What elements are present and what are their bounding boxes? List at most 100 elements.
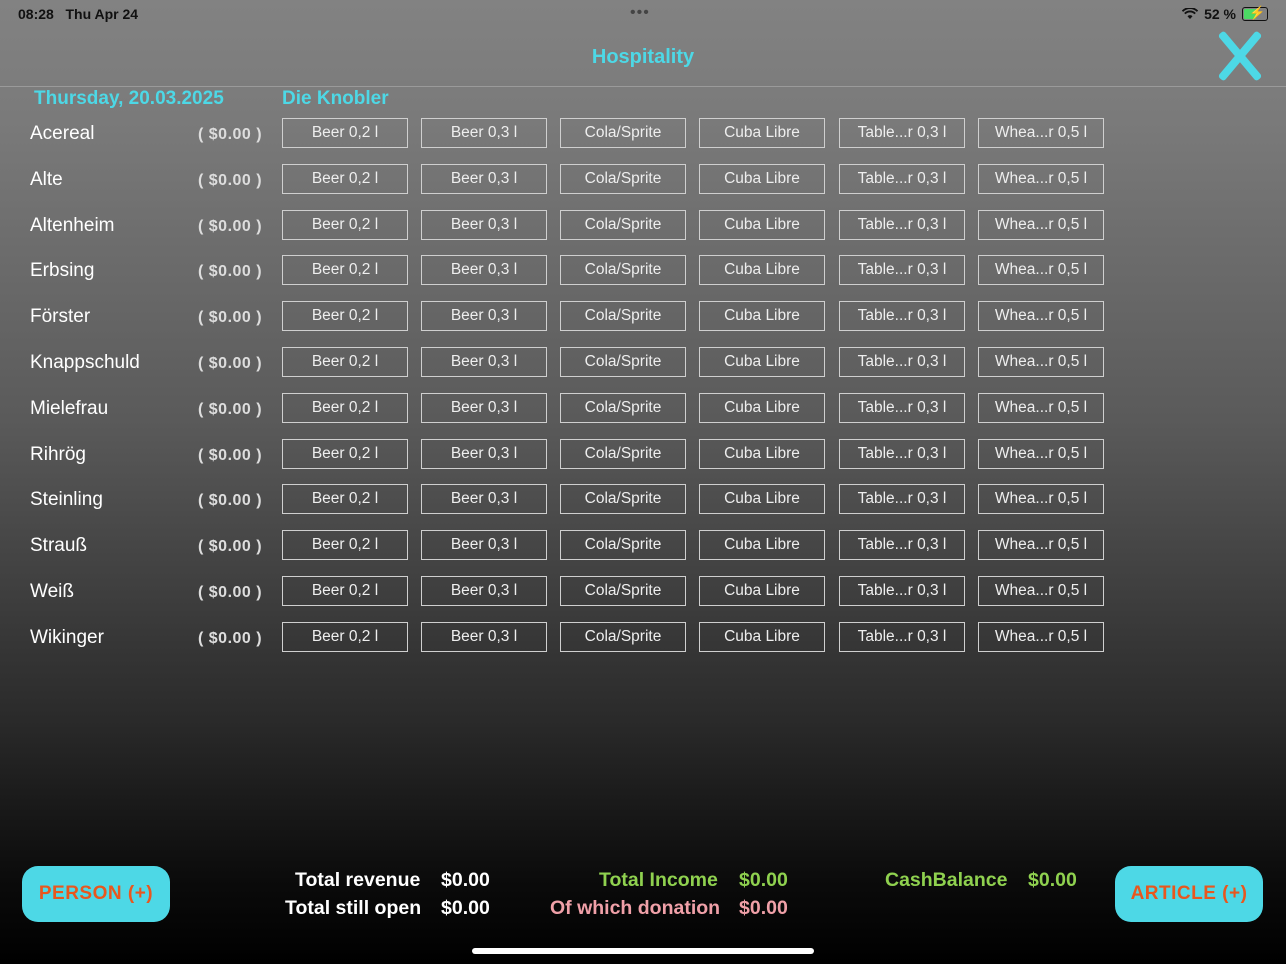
article-button[interactable]: Cuba Libre (699, 621, 825, 652)
article-button[interactable]: Beer 0,2 l (282, 118, 408, 148)
article-button[interactable]: Beer 0,2 l (282, 484, 408, 515)
article-button[interactable]: Beer 0,2 l (282, 621, 408, 652)
article-button[interactable]: Table...r 0,3 l (839, 163, 965, 194)
article-button[interactable]: Cuba Libre (699, 255, 825, 286)
article-button[interactable]: Beer 0,3 l (421, 209, 547, 240)
article-button[interactable]: Whea...r 0,5 l (978, 621, 1104, 652)
article-button[interactable]: Beer 0,3 l (421, 255, 547, 286)
article-button[interactable]: Whea...r 0,5 l (978, 301, 1104, 332)
home-indicator[interactable] (472, 948, 814, 954)
person-name[interactable]: Rihrög (30, 444, 86, 466)
article-button[interactable]: Whea...r 0,5 l (978, 392, 1104, 423)
close-icon[interactable] (1216, 30, 1264, 82)
person-name[interactable]: Erbsing (30, 260, 94, 282)
add-article-button[interactable]: ARTICLE (+) (1115, 866, 1263, 922)
article-button[interactable]: Whea...r 0,5 l (978, 255, 1104, 286)
article-button[interactable]: Whea...r 0,5 l (978, 575, 1104, 606)
total-revenue-value: $0.00 (441, 869, 490, 891)
article-button[interactable]: Beer 0,2 l (282, 346, 408, 377)
article-button[interactable]: Table...r 0,3 l (839, 575, 965, 606)
person-name[interactable]: Alte (30, 169, 63, 191)
article-button[interactable]: Cola/Sprite (560, 118, 686, 148)
article-button[interactable]: Table...r 0,3 l (839, 621, 965, 652)
article-button[interactable]: Beer 0,3 l (421, 118, 547, 148)
person-name[interactable]: Förster (30, 306, 90, 328)
article-button[interactable]: Cuba Libre (699, 346, 825, 377)
article-button[interactable]: Cuba Libre (699, 163, 825, 194)
article-button[interactable]: Cola/Sprite (560, 530, 686, 561)
article-button[interactable]: Table...r 0,3 l (839, 255, 965, 286)
article-button[interactable]: Whea...r 0,5 l (978, 484, 1104, 515)
article-button[interactable]: Beer 0,3 l (421, 163, 547, 194)
article-button[interactable]: Table...r 0,3 l (839, 118, 965, 148)
article-button[interactable]: Beer 0,2 l (282, 575, 408, 606)
article-button[interactable]: Table...r 0,3 l (839, 209, 965, 240)
article-button[interactable]: Cola/Sprite (560, 575, 686, 606)
article-button[interactable]: Table...r 0,3 l (839, 484, 965, 515)
article-button[interactable]: Cola/Sprite (560, 621, 686, 652)
person-amount: ( $0.00 ) (198, 583, 263, 601)
person-name[interactable]: Steinling (30, 489, 103, 511)
article-button[interactable]: Whea...r 0,5 l (978, 346, 1104, 377)
article-button[interactable]: Beer 0,2 l (282, 392, 408, 423)
article-button[interactable]: Table...r 0,3 l (839, 392, 965, 423)
person-name[interactable]: Weiß (30, 581, 74, 603)
person-name[interactable]: Strauß (30, 535, 87, 557)
article-button[interactable]: Table...r 0,3 l (839, 301, 965, 332)
person-row: Strauß ( $0.00 ) Beer 0,2 l Beer 0,3 l Cola/… (0, 530, 1286, 576)
article-button[interactable]: Cuba Libre (699, 209, 825, 240)
article-button[interactable]: Beer 0,2 l (282, 530, 408, 561)
article-button[interactable]: Cola/Sprite (560, 163, 686, 194)
article-button[interactable]: Beer 0,2 l (282, 301, 408, 332)
article-button[interactable]: Table...r 0,3 l (839, 346, 965, 377)
person-amount: ( $0.00 ) (198, 400, 263, 418)
article-button[interactable]: Cola/Sprite (560, 346, 686, 377)
article-button[interactable]: Cola/Sprite (560, 255, 686, 286)
article-button[interactable]: Whea...r 0,5 l (978, 209, 1104, 240)
article-button[interactable]: Table...r 0,3 l (839, 438, 965, 469)
status-right: 52 % ⚡ (1182, 5, 1268, 22)
article-button[interactable]: Cuba Libre (699, 392, 825, 423)
person-name[interactable]: Knappschuld (30, 352, 140, 374)
article-button[interactable]: Beer 0,2 l (282, 163, 408, 194)
person-name[interactable]: Acereal (30, 123, 94, 145)
article-button[interactable]: Whea...r 0,5 l (978, 530, 1104, 561)
article-button[interactable]: Beer 0,3 l (421, 530, 547, 561)
article-button[interactable]: Cola/Sprite (560, 209, 686, 240)
article-button[interactable]: Beer 0,3 l (421, 346, 547, 377)
article-button[interactable]: Beer 0,2 l (282, 438, 408, 469)
article-button[interactable]: Cuba Libre (699, 438, 825, 469)
article-button[interactable]: Whea...r 0,5 l (978, 438, 1104, 469)
article-button[interactable]: Beer 0,3 l (421, 392, 547, 423)
person-name[interactable]: Mielefrau (30, 398, 108, 420)
article-button[interactable]: Cola/Sprite (560, 392, 686, 423)
article-button[interactable]: Cuba Libre (699, 118, 825, 148)
article-button[interactable]: Cuba Libre (699, 484, 825, 515)
article-button[interactable]: Beer 0,2 l (282, 255, 408, 286)
person-amount: ( $0.00 ) (198, 354, 263, 372)
person-row: Erbsing ( $0.00 ) Beer 0,2 l Beer 0,3 l Cola… (0, 255, 1286, 301)
battery-percent: 52 % (1204, 6, 1236, 22)
article-button[interactable]: Beer 0,3 l (421, 484, 547, 515)
article-button[interactable]: Cuba Libre (699, 301, 825, 332)
article-button[interactable]: Whea...r 0,5 l (978, 163, 1104, 194)
multitask-dots-icon[interactable]: ••• (630, 4, 650, 22)
article-button[interactable]: Cuba Libre (699, 530, 825, 561)
article-button[interactable]: Beer 0,3 l (421, 621, 547, 652)
status-bar: 08:28 Thu Apr 24 ••• 52 % ⚡ (0, 0, 1286, 28)
article-button[interactable]: Beer 0,2 l (282, 209, 408, 240)
article-button[interactable]: Whea...r 0,5 l (978, 118, 1104, 148)
article-button[interactable]: Cuba Libre (699, 575, 825, 606)
article-button[interactable]: Beer 0,3 l (421, 301, 547, 332)
add-person-button[interactable]: PERSON (+) (22, 866, 170, 922)
person-name[interactable]: Altenheim (30, 215, 115, 237)
article-button[interactable]: Cola/Sprite (560, 301, 686, 332)
person-amount: ( $0.00 ) (198, 629, 263, 647)
article-button[interactable]: Beer 0,3 l (421, 575, 547, 606)
article-button[interactable]: Cola/Sprite (560, 438, 686, 469)
article-button[interactable]: Beer 0,3 l (421, 438, 547, 469)
article-button[interactable]: Cola/Sprite (560, 484, 686, 515)
article-button[interactable]: Table...r 0,3 l (839, 530, 965, 561)
group-name: Die Knobler (282, 88, 389, 109)
person-name[interactable]: Wikinger (30, 627, 104, 649)
